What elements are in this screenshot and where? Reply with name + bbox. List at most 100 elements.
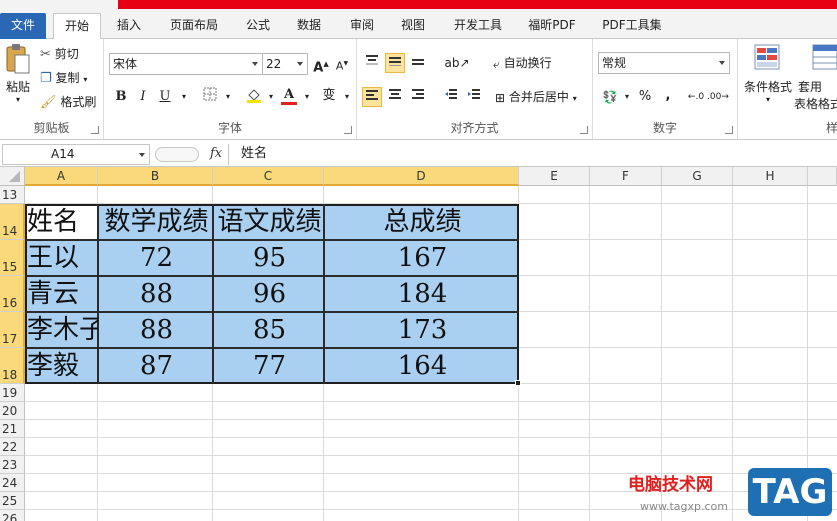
column-header-d[interactable]: D (324, 167, 519, 186)
tab-insert[interactable]: 插入 (107, 13, 151, 39)
underline-dropdown-icon[interactable]: ▾ (174, 87, 194, 107)
column-header-a[interactable]: A (25, 167, 98, 186)
table-cell[interactable]: 青云 (27, 276, 98, 312)
tab-page-layout[interactable]: 页面布局 (160, 13, 228, 39)
format-painter-button[interactable]: 🖌 格式刷 (40, 92, 96, 112)
table-cell[interactable]: 李毅 (27, 348, 98, 384)
row-header-20[interactable]: 20 (0, 402, 25, 420)
insert-function-button[interactable]: fx (210, 146, 222, 161)
row-header-25[interactable]: 25 (0, 492, 25, 510)
row-header-19[interactable]: 19 (0, 384, 25, 402)
formula-bar-handle[interactable] (155, 147, 199, 162)
table-cell[interactable]: 184 (326, 276, 519, 312)
row-header-22[interactable]: 22 (0, 438, 25, 456)
decrease-indent-button[interactable] (441, 87, 461, 107)
column-header-c[interactable]: C (213, 167, 324, 186)
column-header-e[interactable]: E (519, 167, 590, 186)
increase-decimal-button[interactable]: ←.0 (685, 87, 707, 107)
paste-button[interactable]: 粘贴 ▾ (3, 43, 33, 104)
accounting-dropdown-icon[interactable]: ▾ (617, 87, 637, 107)
tab-formulas[interactable]: 公式 (236, 13, 280, 39)
tab-developer[interactable]: 开发工具 (444, 13, 512, 39)
increase-indent-button[interactable] (464, 87, 484, 107)
row-header-17[interactable]: 17 (0, 312, 25, 348)
borders-button[interactable] (200, 87, 220, 107)
row-header-18[interactable]: 18 (0, 348, 25, 384)
table-header-cell[interactable]: 数学成绩 (100, 204, 213, 240)
tab-foxit-pdf[interactable]: 福昕PDF (521, 13, 583, 39)
table-cell[interactable]: 77 (215, 348, 324, 384)
row-header-14[interactable]: 14 (0, 204, 25, 240)
row-header-26[interactable]: 26 (0, 510, 25, 521)
tab-data[interactable]: 数据 (287, 13, 331, 39)
table-cell[interactable]: 72 (100, 240, 213, 276)
orientation-button[interactable]: ab↗ (443, 53, 471, 73)
select-all-corner[interactable] (0, 167, 25, 186)
column-header-h[interactable]: H (733, 167, 808, 186)
table-cell[interactable]: 95 (215, 240, 324, 276)
align-top-button[interactable] (362, 53, 382, 73)
tab-file[interactable]: 文件 (0, 13, 46, 39)
table-cell[interactable]: 李木子 (27, 312, 98, 348)
table-cell[interactable]: 88 (100, 276, 213, 312)
font-size-select[interactable]: 22 (262, 53, 308, 75)
align-right-button[interactable] (408, 87, 428, 107)
fill-color-dropdown-icon[interactable]: ▾ (261, 87, 281, 107)
clipboard-launcher-icon[interactable] (91, 126, 99, 134)
column-header-g[interactable]: G (662, 167, 733, 186)
table-cell[interactable]: 85 (215, 312, 324, 348)
row-header-16[interactable]: 16 (0, 276, 25, 312)
tab-pdf-tools[interactable]: PDF工具集 (596, 13, 668, 39)
row-header-13[interactable]: 13 (0, 186, 25, 204)
italic-button[interactable]: I (133, 87, 153, 107)
tab-review[interactable]: 审阅 (340, 13, 384, 39)
cut-button[interactable]: ✂ 剪切 (40, 44, 79, 64)
align-center-button[interactable] (385, 87, 405, 107)
row-header-21[interactable]: 21 (0, 420, 25, 438)
wrap-text-button[interactable]: ⤶ 自动换行 (493, 53, 552, 73)
column-header-b[interactable]: B (98, 167, 213, 186)
table-header-cell[interactable]: 总成绩 (326, 204, 519, 240)
tab-home[interactable]: 开始 (53, 13, 101, 40)
percent-button[interactable]: % (635, 87, 655, 107)
bold-button[interactable]: B (111, 87, 131, 107)
phonetic-button[interactable]: 变 (319, 86, 339, 106)
name-box[interactable]: A14 (2, 144, 150, 165)
font-color-dropdown-icon[interactable]: ▾ (297, 87, 317, 107)
table-cell[interactable]: 173 (326, 312, 519, 348)
number-launcher-icon[interactable] (725, 126, 733, 134)
table-cell[interactable]: 88 (100, 312, 213, 348)
table-cell[interactable]: 王以 (27, 240, 98, 276)
grow-font-button[interactable]: A▲ (311, 54, 331, 75)
copy-button[interactable]: ❐ 复制 ▾ (40, 68, 87, 88)
table-cell[interactable]: 164 (326, 348, 519, 384)
font-launcher-icon[interactable] (344, 126, 352, 134)
font-color-button[interactable]: A (279, 85, 299, 105)
phonetic-dropdown-icon[interactable]: ▾ (337, 87, 357, 107)
table-cell[interactable]: 167 (326, 240, 519, 276)
formula-input[interactable]: 姓名 (228, 144, 837, 165)
row-header-15[interactable]: 15 (0, 240, 25, 276)
number-format-select[interactable]: 常规 (598, 52, 730, 74)
font-name-select[interactable]: 宋体 (109, 53, 263, 75)
column-header-f[interactable]: F (590, 167, 662, 186)
row-header-24[interactable]: 24 (0, 474, 25, 492)
alignment-launcher-icon[interactable] (580, 126, 588, 134)
table-header-cell[interactable]: 语文成绩 (215, 204, 324, 240)
format-as-table-button[interactable]: 套用 表格格式 (794, 43, 837, 112)
decrease-decimal-button[interactable]: .00→ (707, 87, 729, 107)
comma-button[interactable]: , (658, 86, 678, 106)
row-header-23[interactable]: 23 (0, 456, 25, 474)
align-bottom-button[interactable] (408, 53, 428, 73)
tab-view[interactable]: 视图 (391, 13, 435, 39)
shrink-font-button[interactable]: A▼ (332, 54, 352, 74)
borders-dropdown-icon[interactable]: ▾ (218, 87, 238, 107)
align-left-button[interactable] (362, 87, 382, 107)
table-header-cell[interactable]: 姓名 (27, 204, 98, 240)
merge-center-button[interactable]: ⊞ 合并后居中 ▾ (495, 87, 577, 107)
align-middle-button[interactable] (385, 53, 405, 73)
underline-button[interactable]: U (155, 87, 175, 107)
conditional-format-button[interactable]: 条件格式 ▾ (740, 43, 796, 104)
table-cell[interactable]: 87 (100, 348, 213, 384)
table-cell[interactable]: 96 (215, 276, 324, 312)
